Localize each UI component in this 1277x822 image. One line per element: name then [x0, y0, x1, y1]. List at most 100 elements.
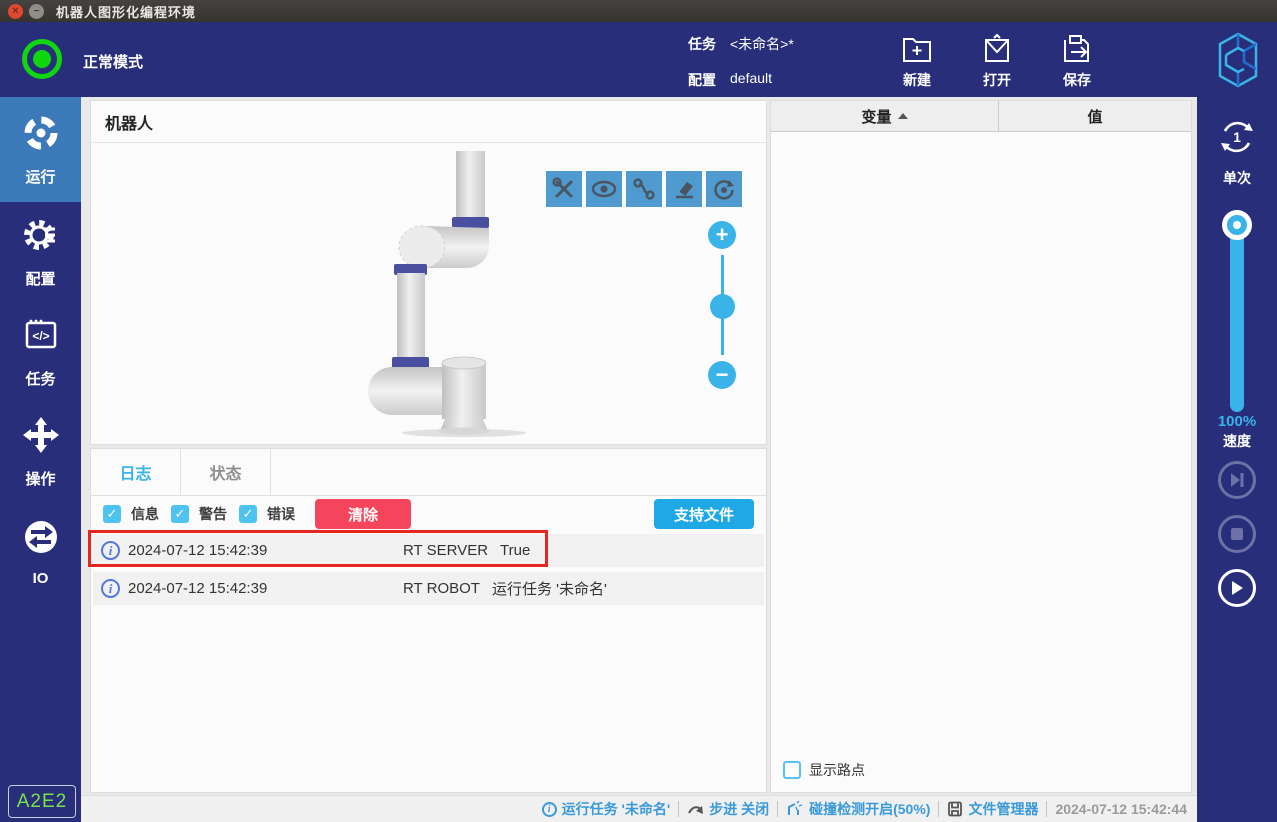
info-icon: i: [101, 541, 120, 560]
collision-icon: [788, 801, 803, 815]
filter-error-label: 错误: [267, 506, 295, 522]
save-task-label: 保存: [1063, 72, 1091, 88]
svg-text:1: 1: [1233, 129, 1241, 145]
sidebar-item-label: 运行: [25, 168, 56, 186]
config-value: default: [730, 70, 773, 86]
app-header: 正常模式 任务 <未命名>* 配置 default 新建 打开 保存: [0, 22, 1277, 97]
log-panel: 日志 状态 ✓ 信息 ✓ 警告 ✓ 错误 清除 支持文件 i 2024-07-1…: [90, 448, 767, 793]
io-icon: [21, 517, 61, 562]
config-key: 配置: [688, 72, 716, 88]
sidebar-item-run[interactable]: 运行: [0, 97, 81, 202]
clear-log-button[interactable]: 清除: [315, 499, 411, 529]
window-minimize-icon[interactable]: −: [29, 3, 44, 19]
info-icon: i: [101, 579, 120, 598]
sort-asc-icon: [897, 113, 908, 119]
zoom-in-icon[interactable]: +: [708, 221, 736, 249]
filter-warning-checkbox[interactable]: ✓: [171, 505, 189, 523]
eye-icon[interactable]: [586, 171, 622, 207]
log-source: RT SERVER: [403, 542, 489, 559]
column-variable[interactable]: 变量: [771, 101, 999, 131]
open-task-button[interactable]: 打开: [962, 32, 1032, 90]
show-waypoints-label: 显示路点: [809, 762, 865, 778]
robot-view-toolbar: [546, 171, 742, 207]
cycle-once-icon: 1: [1221, 121, 1253, 153]
path-icon[interactable]: [626, 171, 662, 207]
speed-percent: 100%: [1217, 413, 1257, 430]
stop-button[interactable]: [1218, 515, 1256, 553]
status-collision-detect[interactable]: 碰撞检测开启(50%): [786, 799, 930, 819]
sidebar-item-operate[interactable]: 操作: [0, 402, 81, 502]
mode-label: 正常模式: [83, 54, 144, 71]
step-forward-button[interactable]: [1218, 461, 1256, 499]
step-forward-icon: [1231, 473, 1244, 487]
filter-info-checkbox[interactable]: ✓: [103, 505, 121, 523]
show-waypoints-checkbox[interactable]: [783, 761, 801, 779]
task-key: 任务: [688, 36, 716, 52]
variable-table-body: [771, 132, 1191, 732]
log-row[interactable]: i 2024-07-12 15:42:39 RT ROBOT 运行任务 '未命名…: [93, 572, 764, 605]
tab-log[interactable]: 日志: [91, 449, 181, 495]
sidebar-item-io[interactable]: IO: [0, 502, 81, 602]
step-mode-icon: [688, 805, 704, 814]
task-value: <未命名>*: [730, 36, 794, 52]
zoom-slider-track[interactable]: [709, 255, 735, 355]
sidebar-item-config[interactable]: 配置: [0, 202, 81, 302]
zoom-out-icon[interactable]: −: [708, 361, 736, 389]
open-envelope-icon: [962, 32, 1032, 66]
cycle-once-button[interactable]: 1 单次: [1197, 115, 1277, 188]
robot-panel-title: 机器人: [91, 101, 766, 143]
status-separator: [777, 801, 779, 817]
status-running-task[interactable]: i 运行任务 '未命名': [541, 799, 670, 819]
new-task-button[interactable]: 新建: [882, 32, 952, 90]
operate-icon: [21, 415, 61, 460]
filter-warning-label: 警告: [199, 506, 227, 522]
file-manager-icon: [948, 801, 963, 817]
filter-info-label: 信息: [131, 506, 159, 522]
status-step-mode[interactable]: 步进 关闭: [687, 799, 769, 819]
window-close-icon[interactable]: ✕: [8, 3, 23, 19]
log-message: 运行任务 '未命名': [491, 581, 607, 598]
status-time: 2024-07-12 15:42:44: [1055, 801, 1187, 817]
window-title: 机器人图形化编程环境: [56, 4, 197, 20]
support-files-button[interactable]: 支持文件: [654, 499, 754, 529]
settings-icon: [21, 215, 61, 260]
log-source: RT ROBOT: [403, 580, 480, 597]
zoom-slider-handle[interactable]: [709, 294, 735, 319]
column-value[interactable]: 值: [999, 101, 1191, 131]
sidebar-item-task[interactable]: </> 任务: [0, 302, 81, 402]
sidebar-item-label: IO: [32, 570, 49, 587]
log-tabs: 日志 状态: [91, 449, 766, 496]
eraser-icon[interactable]: [666, 171, 702, 207]
play-button[interactable]: [1218, 569, 1256, 607]
svg-text:</>: </>: [32, 329, 49, 343]
tab-status[interactable]: 状态: [181, 449, 271, 495]
run-icon: [21, 113, 61, 158]
speed-slider-track[interactable]: [1222, 210, 1252, 412]
app-logo: [1214, 30, 1262, 95]
log-time: 2024-07-12 15:42:39: [128, 542, 268, 559]
version-badge: A2E2: [8, 785, 76, 818]
play-icon: [1232, 581, 1243, 595]
variable-panel: 变量 值 显示路点: [770, 100, 1192, 793]
new-folder-icon: [882, 32, 952, 66]
speed-slider-handle[interactable]: [1222, 210, 1252, 240]
status-separator: [1046, 801, 1048, 817]
open-task-label: 打开: [983, 72, 1011, 88]
status-separator: [678, 801, 680, 817]
log-filterbar: ✓ 信息 ✓ 警告 ✓ 错误 清除 支持文件: [91, 496, 766, 532]
left-nav-sidebar: 运行 配置 </> 任务 操作 IO A2E2: [0, 97, 81, 822]
robot-3d-panel: 机器人 + −: [90, 100, 767, 445]
view-zoom-controls: + −: [707, 221, 737, 389]
filter-error-checkbox[interactable]: ✓: [239, 505, 257, 523]
info-icon: i: [541, 801, 557, 817]
log-row[interactable]: i 2024-07-12 15:42:39 RT SERVER True: [93, 534, 764, 567]
run-control-sidebar: 1 单次 100% 速度: [1197, 97, 1277, 822]
save-floppy-icon: [1042, 32, 1112, 66]
reset-view-icon[interactable]: [706, 171, 742, 207]
tools-icon[interactable]: [546, 171, 582, 207]
save-task-button[interactable]: 保存: [1042, 32, 1112, 90]
status-file-manager[interactable]: 文件管理器: [947, 799, 1038, 819]
task-icon: </>: [21, 315, 61, 360]
sidebar-item-label: 配置: [25, 271, 56, 288]
sidebar-item-label: 操作: [25, 471, 56, 488]
